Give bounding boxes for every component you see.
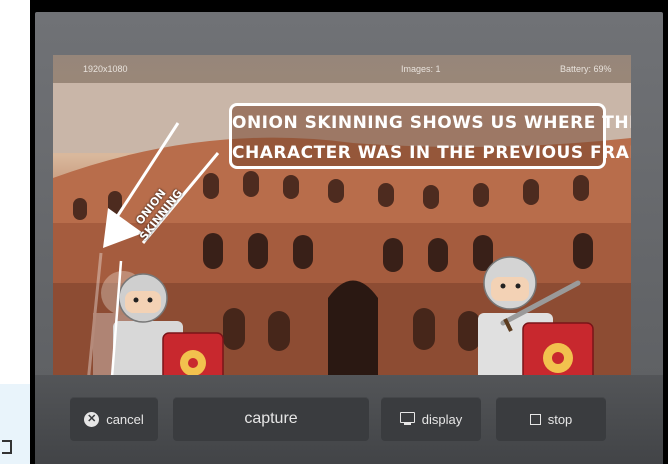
callout-line-1: ONION SKINNING SHOWS US WHERE THE [232, 113, 631, 133]
resolution-readout: 1920x1080 [83, 64, 128, 74]
cancel-label: cancel [106, 411, 144, 427]
left-page-edge [0, 0, 30, 464]
stop-button[interactable]: stop [496, 397, 606, 441]
cancel-button[interactable]: ✕ cancel [70, 397, 158, 441]
monitor-icon [399, 412, 415, 426]
battery-level: Battery: 69% [560, 64, 612, 74]
stop-label: stop [547, 411, 573, 427]
display-button[interactable]: display [381, 397, 481, 441]
display-label: display [421, 411, 463, 427]
capture-label: capture [244, 410, 298, 427]
image-count: Images: 1 [401, 64, 441, 74]
status-bar: 1920x1080 Images: 1 Battery: 69% [53, 55, 631, 83]
x-circle-icon: ✕ [84, 411, 100, 427]
onion-skinning-callout: ONION SKINNING SHOWS US WHERE THE CHARAC… [229, 103, 631, 169]
cropped-icon [2, 440, 12, 454]
capture-toolbar: ✕ cancel capture display stop [35, 375, 663, 464]
stop-motion-app-window: 1920x1080 Images: 1 Battery: 69% ONION S… [30, 0, 668, 464]
callout-line-2: CHARACTER WAS IN THE PREVIOUS FRAME [232, 143, 631, 163]
camera-preview[interactable]: 1920x1080 Images: 1 Battery: 69% ONION S… [53, 55, 631, 390]
capture-button[interactable]: capture [173, 397, 369, 441]
square-icon [529, 413, 541, 425]
